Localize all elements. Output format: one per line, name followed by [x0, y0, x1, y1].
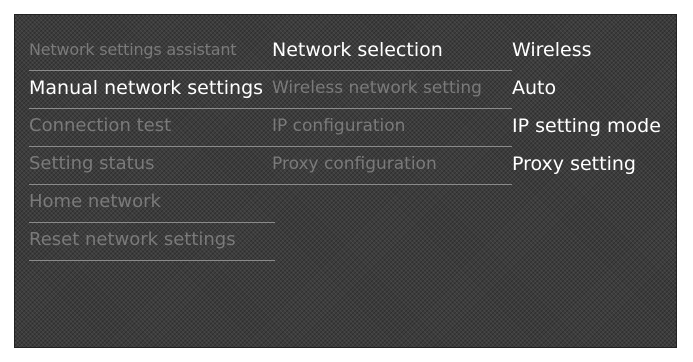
menu-item-reset-network-settings[interactable]: Reset network settings — [29, 223, 275, 261]
menu-item-network-settings-assistant[interactable]: Network settings assistant — [29, 33, 275, 71]
option-proxy-setting[interactable]: Proxy setting — [512, 147, 672, 185]
option-auto[interactable]: Auto — [512, 71, 672, 109]
submenu-item-wireless-network-setting[interactable]: Wireless network setting — [272, 71, 512, 109]
option-wireless[interactable]: Wireless — [512, 33, 672, 71]
main-menu-column: Network settings assistant Manual networ… — [29, 33, 275, 261]
menu-item-setting-status[interactable]: Setting status — [29, 147, 275, 185]
network-settings-menu: Network settings assistant Manual networ… — [14, 14, 677, 348]
submenu-item-network-selection[interactable]: Network selection — [272, 33, 512, 71]
submenu-column: Network selection Wireless network setti… — [272, 33, 512, 185]
submenu-item-ip-configuration[interactable]: IP configuration — [272, 109, 512, 147]
menu-item-connection-test[interactable]: Connection test — [29, 109, 275, 147]
submenu-item-proxy-configuration[interactable]: Proxy configuration — [272, 147, 512, 185]
menu-item-manual-network-settings[interactable]: Manual network settings — [29, 71, 275, 109]
value-column: Wireless Auto IP setting mode Proxy sett… — [512, 33, 672, 185]
menu-item-home-network[interactable]: Home network — [29, 185, 275, 223]
option-ip-setting-mode[interactable]: IP setting mode — [512, 109, 672, 147]
